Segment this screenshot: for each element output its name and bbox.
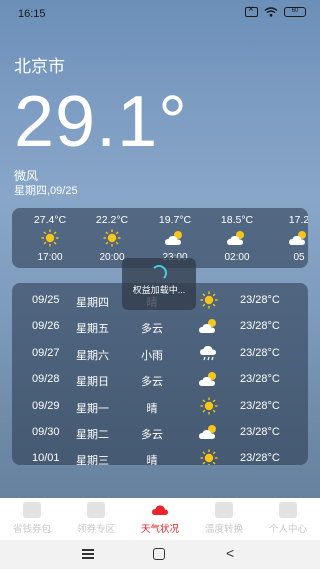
tab-label: 个人中心 [268, 524, 307, 535]
wifi-icon [264, 7, 278, 17]
bottom-tab-bar: 省钱券包 领券专区 天气状况 温度转换 个人中心 [0, 498, 320, 540]
daily-row: 09/28 星期日 多云 23/28°C [12, 366, 308, 392]
status-bar: 16:15 60 [0, 0, 320, 28]
partly-cloudy-icon [145, 228, 205, 248]
daily-row: 09/30 星期二 多云 23/28°C [12, 419, 308, 445]
system-nav-bar: < [0, 540, 320, 569]
coupon-book-icon [23, 502, 41, 518]
current-temperature: 29.1° [14, 82, 188, 162]
daily-date: 09/29 [32, 399, 60, 412]
current-date: 星期四,09/25 [14, 185, 78, 197]
tab-label: 天气状况 [140, 524, 179, 535]
no-sim-icon [245, 4, 258, 17]
hourly-temperature: 19.7°C [158, 214, 192, 226]
daily-temperature-range: 23/28°C [240, 373, 280, 386]
tab-temperature-convert[interactable]: 温度转换 [192, 498, 256, 540]
tab-label: 省钱券包 [12, 524, 51, 535]
sunny-icon [198, 448, 220, 465]
daily-weekday: 星期六 [76, 349, 109, 362]
weather-cloud-icon [151, 502, 169, 518]
hourly-time: 02:00 [224, 252, 250, 263]
daily-temperature-range: 23/28°C [240, 346, 280, 359]
daily-forecast[interactable]: 09/25星期四晴23/28°C09/26星期五多云23/28°C09/27星期… [12, 283, 308, 465]
hourly-item: 18.5°C 02:00 [207, 208, 267, 268]
hourly-temperature: 17.2 [288, 214, 308, 226]
hourly-temperature: 27.4°C [33, 214, 67, 226]
loading-spinner-icon [151, 265, 167, 281]
daily-weekday: 星期一 [76, 402, 109, 415]
loading-text: 权益加载中... [132, 285, 186, 295]
daily-row: 09/29 星期一 晴 23/28°C [12, 393, 308, 419]
sunny-icon [82, 228, 142, 248]
daily-condition: 晴 [146, 455, 158, 465]
daily-weekday: 星期日 [76, 376, 109, 389]
hourly-time: 05 [293, 252, 305, 263]
coupon-tag-icon [87, 502, 105, 518]
tab-profile[interactable]: 个人中心 [256, 498, 320, 540]
partly-cloudy-icon [198, 369, 220, 389]
daily-temperature-range: 23/28°C [240, 426, 280, 438]
daily-condition: 多云 [141, 429, 163, 441]
status-time: 16:15 [18, 8, 46, 20]
daily-weekday: 星期二 [76, 429, 109, 441]
daily-temperature-range: 23/28°C [240, 294, 280, 306]
hourly-time: 17:00 [37, 252, 63, 263]
tab-label: 领券专区 [76, 524, 115, 535]
recent-apps-icon[interactable] [82, 549, 94, 561]
tab-coupon-zone[interactable]: 领券专区 [64, 498, 128, 540]
hourly-temperature: 22.2°C [95, 214, 129, 226]
hourly-item: 17.2 05 [269, 208, 308, 268]
sunny-icon [20, 228, 80, 248]
user-icon [279, 502, 297, 518]
tab-coupon-wallet[interactable]: 省钱券包 [0, 498, 64, 540]
daily-condition: 晴 [146, 402, 158, 415]
daily-date: 10/01 [32, 452, 60, 465]
daily-date: 09/27 [32, 346, 60, 359]
daily-weekday: 星期四 [76, 297, 109, 309]
daily-date: 09/26 [32, 320, 60, 333]
partly-cloudy-icon [198, 316, 220, 336]
rain-icon [198, 343, 220, 363]
hourly-temperature: 18.5°C [220, 214, 254, 226]
daily-condition: 多云 [141, 376, 163, 389]
status-icons: 60 [245, 4, 306, 17]
battery-icon: 60 [284, 7, 306, 17]
sunny-icon [198, 396, 220, 416]
daily-temperature-range: 23/28°C [240, 399, 280, 412]
partly-cloudy-icon [198, 422, 220, 442]
daily-condition: 多云 [141, 323, 163, 336]
daily-weekday: 星期五 [76, 323, 109, 336]
home-icon[interactable] [153, 548, 165, 560]
partly-cloudy-icon [207, 228, 267, 248]
back-icon[interactable]: < [226, 545, 234, 561]
daily-temperature-range: 23/28°C [240, 452, 280, 465]
daily-date: 09/25 [32, 294, 60, 306]
city-name: 北京市 [14, 57, 65, 76]
loading-toast: 权益加载中... [122, 258, 196, 310]
sunny-icon [198, 290, 220, 310]
tab-weather[interactable]: 天气状况 [128, 498, 192, 540]
hourly-item: 27.4°C 17:00 [20, 208, 80, 268]
partly-cloudy-icon [269, 228, 308, 248]
daily-row: 09/26 星期五 多云 23/28°C [12, 313, 308, 339]
daily-temperature-range: 23/28°C [240, 320, 280, 333]
daily-row: 10/01 星期三 晴 23/28°C [12, 445, 308, 465]
daily-date: 09/30 [32, 426, 60, 438]
daily-row: 09/27 星期六 小雨 23/28°C [12, 340, 308, 366]
tab-label: 温度转换 [204, 524, 243, 535]
daily-date: 09/28 [32, 373, 60, 386]
temperature-convert-icon [215, 502, 233, 518]
daily-weekday: 星期三 [76, 455, 109, 465]
daily-condition: 小雨 [141, 349, 163, 362]
